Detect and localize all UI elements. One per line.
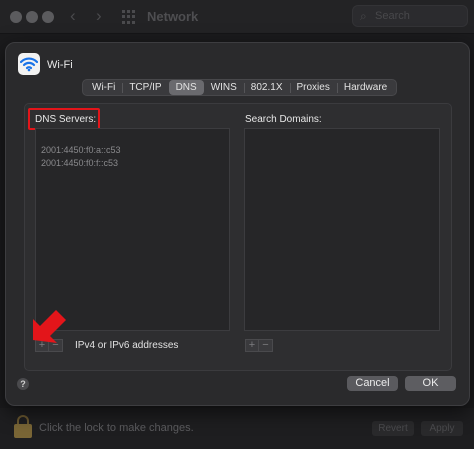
lock-icon[interactable] bbox=[14, 415, 32, 439]
close-window-button[interactable] bbox=[10, 11, 22, 23]
grid-icon[interactable] bbox=[122, 10, 136, 24]
tab-wins[interactable]: WINS bbox=[204, 80, 244, 95]
red-arrow-icon bbox=[33, 310, 66, 343]
search-icon: ⌕ bbox=[360, 9, 367, 23]
zoom-window-button[interactable] bbox=[42, 11, 54, 23]
search-domains-label: Search Domains: bbox=[245, 114, 322, 125]
chevron-left-icon[interactable]: ‹ bbox=[70, 6, 76, 26]
revert-button[interactable]: Revert bbox=[372, 421, 414, 436]
lock-message: Click the lock to make changes. bbox=[39, 422, 194, 434]
search-domains-list[interactable] bbox=[244, 128, 440, 331]
dns-servers-list[interactable]: 2001:4450:f0:a::c53 2001:4450:f0:f::c53 bbox=[35, 128, 230, 331]
remove-domain-button[interactable]: − bbox=[259, 339, 273, 352]
apply-button[interactable]: Apply bbox=[421, 421, 463, 436]
cancel-button[interactable]: Cancel bbox=[347, 376, 398, 391]
search-field[interactable]: ⌕ Search bbox=[352, 5, 468, 27]
tab-wifi[interactable]: Wi-Fi bbox=[85, 80, 122, 95]
tab-proxies[interactable]: Proxies bbox=[289, 80, 337, 95]
add-domain-button[interactable]: + bbox=[245, 339, 259, 352]
list-item[interactable]: 2001:4450:f0:f::c53 bbox=[41, 158, 118, 168]
search-placeholder: Search bbox=[375, 10, 410, 22]
wifi-icon bbox=[18, 53, 40, 75]
address-hint: IPv4 or IPv6 addresses bbox=[75, 340, 179, 351]
background-titlebar: ‹ › Network ⌕ Search bbox=[0, 0, 474, 34]
tab-tcpip[interactable]: TCP/IP bbox=[122, 80, 168, 95]
chevron-right-icon[interactable]: › bbox=[96, 6, 102, 26]
domain-add-remove-control: + − bbox=[245, 339, 273, 352]
tab-hardware[interactable]: Hardware bbox=[336, 80, 394, 95]
list-item[interactable]: 2001:4450:f0:a::c53 bbox=[41, 145, 121, 155]
tab-bar: Wi-Fi TCP/IP DNS WINS 802.1X Proxies Har… bbox=[82, 79, 398, 96]
minimize-window-button[interactable] bbox=[26, 11, 38, 23]
sheet-title: Wi-Fi bbox=[47, 59, 73, 71]
dns-servers-label: DNS Servers: bbox=[35, 114, 97, 125]
tab-8021x[interactable]: 802.1X bbox=[243, 80, 290, 95]
window-title: Network bbox=[147, 9, 199, 24]
tab-dns[interactable]: DNS bbox=[168, 80, 204, 95]
ok-button[interactable]: OK bbox=[405, 376, 456, 391]
help-button[interactable]: ? bbox=[17, 378, 29, 390]
